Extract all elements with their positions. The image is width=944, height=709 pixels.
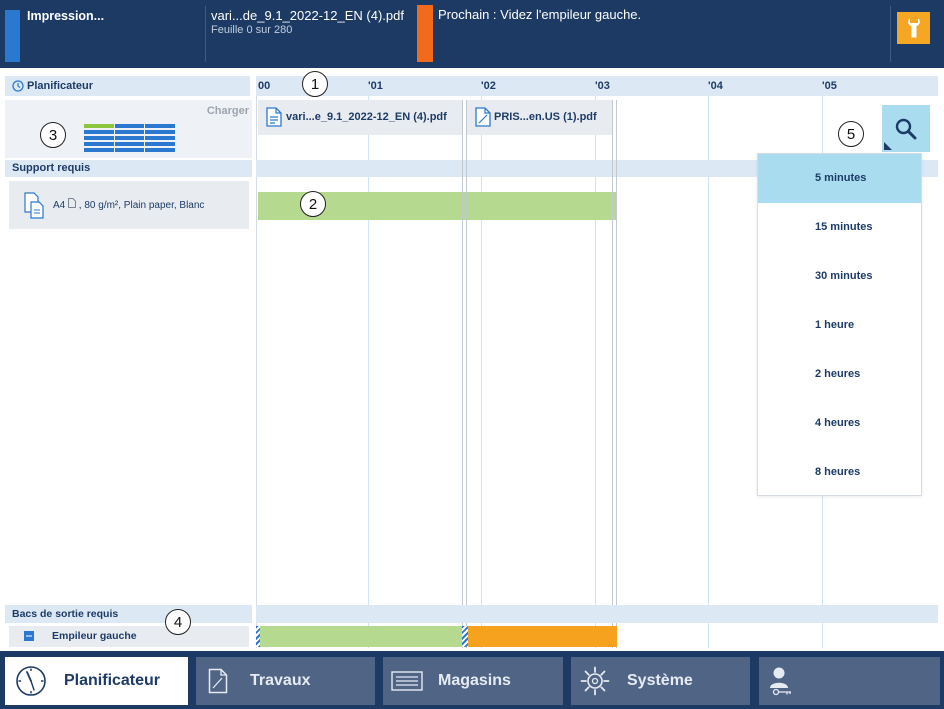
- planner-header: Planificateur: [5, 76, 250, 96]
- zoom-option-4-hours[interactable]: 4 heures: [758, 399, 921, 448]
- timeline-left-border: [256, 96, 257, 648]
- clock-icon: [16, 666, 46, 696]
- timeline-job[interactable]: vari...e_9.1_2022-12_EN (4).pdf: [258, 100, 462, 135]
- next-action-message: Prochain : Videz l'empileur gauche.: [438, 7, 642, 22]
- zoom-option-2-hours[interactable]: 2 heures: [758, 350, 921, 399]
- zoom-option-1-hour[interactable]: 1 heure: [758, 301, 921, 350]
- user-key-icon: [770, 667, 791, 696]
- tab-jobs[interactable]: Travaux: [196, 657, 375, 705]
- output-section-header: Bacs de sortie requis: [5, 605, 252, 623]
- job-separator: [462, 100, 467, 648]
- tray-icon: [391, 671, 423, 691]
- output-tray-row: Empileur gauche: [9, 626, 249, 647]
- timeline-tick-label: '02: [481, 80, 496, 92]
- tab-user[interactable]: [759, 657, 940, 705]
- media-section-header: Support requis: [5, 160, 252, 177]
- media-details: , 80 g/m², Plain paper, Blanc: [78, 200, 205, 211]
- job-separator: [612, 100, 617, 648]
- printing-status-indicator: [5, 10, 20, 62]
- output-section-title: Bacs de sortie requis: [12, 608, 119, 620]
- zoom-dropdown: 5 minutes 15 minutes 30 minutes 1 heure …: [757, 153, 922, 496]
- media-row: A4 , 80 g/m², Plain paper, Blanc: [9, 181, 249, 229]
- timeline-gridline: [481, 96, 482, 648]
- job-name: PRIS...en.US (1).pdf: [494, 111, 597, 123]
- tab-label: Magasins: [438, 672, 511, 689]
- document-icon: [208, 668, 228, 694]
- portrait-orientation-icon: [68, 198, 76, 208]
- callout-1: 1: [302, 71, 328, 97]
- output-section-band: [256, 605, 938, 623]
- planner-title: Planificateur: [27, 80, 94, 92]
- tab-label: Système: [627, 672, 693, 689]
- load-label: Charger: [206, 105, 249, 117]
- callout-4: 4: [165, 609, 191, 635]
- tab-label: Travaux: [250, 672, 311, 689]
- gear-icon: [580, 666, 610, 696]
- job-name: vari...e_9.1_2022-12_EN (4).pdf: [286, 111, 447, 123]
- stacker-icon: [24, 631, 34, 641]
- magnifier-icon: [895, 118, 917, 139]
- media-size: A4: [53, 200, 66, 211]
- tab-trays[interactable]: Magasins: [383, 657, 563, 705]
- callout-3: 3: [40, 122, 66, 148]
- media-section-title: Support requis: [12, 162, 91, 174]
- zoom-option-5-minutes[interactable]: 5 minutes: [758, 154, 921, 203]
- tab-system[interactable]: Système: [571, 657, 750, 705]
- output-tray-name: Empileur gauche: [52, 630, 137, 642]
- media-icon: [24, 192, 44, 219]
- zoom-button[interactable]: [882, 105, 930, 152]
- wrench-icon: [907, 18, 920, 38]
- zoom-option-8-hours[interactable]: 8 heures: [758, 448, 921, 497]
- timeline-tick-label: '04: [708, 80, 723, 92]
- timeline-tick-label: '01: [368, 80, 383, 92]
- status-divider: [890, 6, 891, 62]
- clock-icon: [12, 80, 24, 92]
- callout-2: 2: [300, 191, 326, 217]
- timeline-job[interactable]: PRIS...en.US (1).pdf: [467, 100, 612, 135]
- status-bar: Impression... vari...de_9.1_2022-12_EN (…: [0, 0, 944, 68]
- maintenance-button[interactable]: [897, 12, 930, 44]
- output-usage-bar: [260, 626, 462, 647]
- status-divider: [205, 6, 206, 62]
- timeline-tick-label: 00: [258, 80, 271, 92]
- document-icon: [266, 107, 282, 127]
- timeline-tick-label: '05: [822, 80, 837, 92]
- dropdown-corner-icon: [884, 142, 892, 150]
- paper-trays-icon: [84, 124, 175, 152]
- media-description: A4 , 80 g/m², Plain paper, Blanc: [53, 198, 204, 213]
- timeline-gridline: [708, 96, 709, 648]
- output-attention-bar: [468, 626, 617, 647]
- timeline-tick-label: '03: [595, 80, 610, 92]
- timeline-gridline: [595, 96, 596, 648]
- sheet-progress: Feuille 0 sur 280: [211, 24, 293, 36]
- timeline-gridline: [368, 96, 369, 648]
- document-icon: [475, 107, 491, 127]
- zoom-option-15-minutes[interactable]: 15 minutes: [758, 203, 921, 252]
- printing-status-label: Impression...: [27, 9, 105, 23]
- callout-5: 5: [838, 121, 864, 147]
- tab-planner[interactable]: Planificateur: [5, 657, 188, 705]
- zoom-option-30-minutes[interactable]: 30 minutes: [758, 252, 921, 301]
- next-action-indicator: [417, 5, 433, 62]
- current-job-name: vari...de_9.1_2022-12_EN (4).pdf: [211, 8, 404, 23]
- tab-label: Planificateur: [64, 672, 161, 689]
